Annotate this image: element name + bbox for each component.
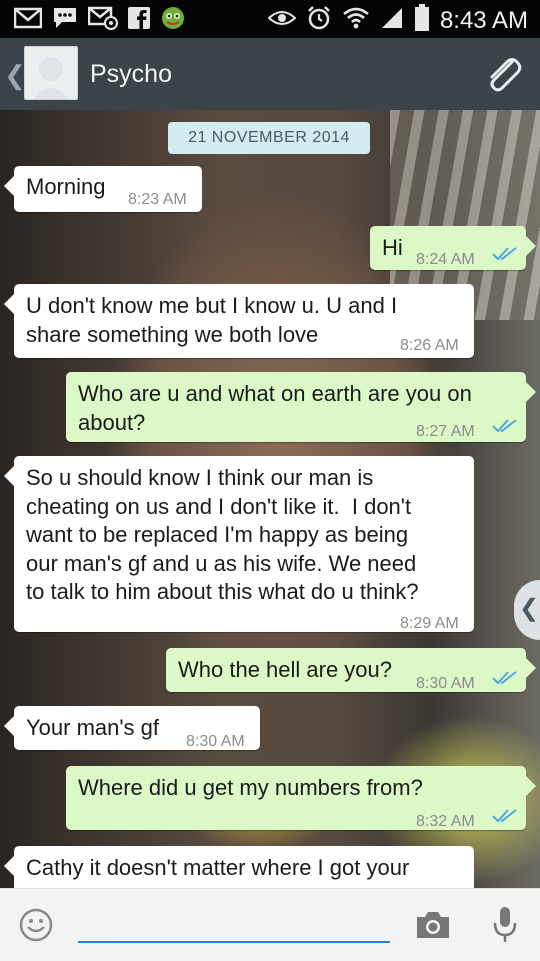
- message-text: So u should know I think our man is chea…: [26, 465, 419, 604]
- clock-time: 8:43 AM: [439, 6, 528, 34]
- facebook-icon: [128, 7, 150, 34]
- message-bubble-incoming[interactable]: U don't know me but I know u. U and I sh…: [4, 284, 474, 358]
- chevron-left-icon: ❮: [519, 595, 540, 622]
- message-input[interactable]: [78, 911, 390, 943]
- chat-area[interactable]: 21 NOVEMBER 2014 Morning 8:23 AM Hi 8:24…: [0, 110, 540, 888]
- message-time: 8:23 AM: [128, 191, 187, 208]
- read-ticks-icon: [492, 247, 517, 261]
- date-separator: 21 NOVEMBER 2014: [168, 122, 370, 154]
- chevron-left-icon[interactable]: ❮: [4, 60, 26, 91]
- microphone-icon[interactable]: [490, 905, 520, 950]
- message-time: 8:30 AM: [416, 675, 475, 692]
- wifi-icon: [342, 6, 370, 35]
- message-text: Who the hell are you?: [178, 657, 393, 682]
- read-ticks-icon: [492, 419, 517, 433]
- message-text: Where did u get my numbers from?: [78, 775, 423, 800]
- sms-icon: [52, 6, 78, 35]
- message-time: 8:32 AM: [416, 813, 475, 830]
- message-time: 8:27 AM: [416, 423, 475, 440]
- camera-icon[interactable]: [414, 909, 452, 946]
- message-bubble-incoming[interactable]: Your man's gf 8:30 AM: [4, 706, 260, 750]
- message-bubble-incoming[interactable]: So u should know I think our man is chea…: [4, 456, 474, 632]
- message-time: 8:24 AM: [416, 251, 475, 268]
- battery-icon: [414, 4, 430, 37]
- message-bubble-outgoing[interactable]: Who are u and what on earth are you on a…: [66, 372, 536, 442]
- smiley-icon[interactable]: [18, 907, 54, 948]
- read-ticks-icon: [492, 671, 517, 685]
- avatar[interactable]: [24, 46, 78, 100]
- message-text: Your man's gf: [26, 715, 160, 740]
- message-text: Cathy it doesn't matter where I got your: [26, 855, 410, 880]
- message-text: Who are u and what on earth are you on a…: [78, 381, 472, 435]
- contact-name[interactable]: Psycho: [90, 60, 172, 89]
- chat-header: ❮ Psycho: [0, 38, 540, 110]
- message-time: 8:30 AM: [186, 733, 245, 750]
- eye-icon: [267, 8, 297, 33]
- message-composer: [0, 888, 540, 961]
- default-avatar-icon: [25, 47, 77, 99]
- message-text: Hi: [382, 235, 403, 260]
- mail-icon: [13, 7, 43, 34]
- message-bubble-outgoing[interactable]: Where did u get my numbers from? 8:32 AM: [66, 766, 536, 830]
- signal-icon: [380, 6, 404, 35]
- email-at-icon: [87, 6, 118, 35]
- message-text: Morning: [26, 174, 106, 199]
- message-time: 8:29 AM: [400, 615, 459, 632]
- side-panel-handle[interactable]: ❮: [514, 580, 540, 640]
- read-ticks-icon: [492, 809, 517, 823]
- game-notification-icon: [160, 6, 186, 35]
- alarm-icon: [306, 5, 332, 36]
- message-time: 8:26 AM: [400, 337, 459, 354]
- message-bubble-incoming[interactable]: Cathy it doesn't matter where I got your: [4, 846, 474, 888]
- status-bar: 8:43 AM: [0, 0, 540, 38]
- message-bubble-outgoing[interactable]: Who the hell are you? 8:30 AM: [166, 648, 536, 692]
- message-bubble-outgoing[interactable]: Hi 8:24 AM: [370, 226, 536, 270]
- message-bubble-incoming[interactable]: Morning 8:23 AM: [4, 166, 202, 212]
- message-text: U don't know me but I know u. U and I sh…: [26, 293, 398, 347]
- paperclip-icon[interactable]: [482, 54, 524, 101]
